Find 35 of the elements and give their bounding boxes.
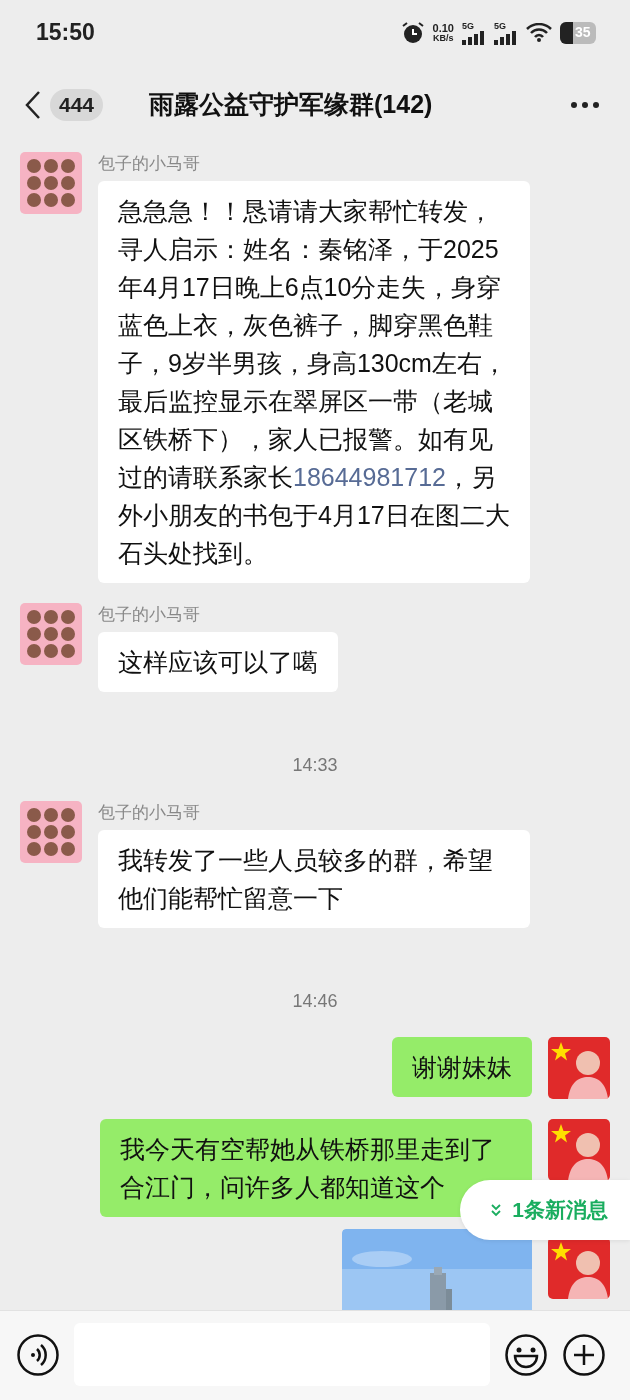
alarm-icon [400, 20, 425, 45]
clock-time: 15:50 [36, 18, 95, 48]
avatar [548, 1237, 610, 1299]
message-bubble: 我转发了一些人员较多的群，希望他们能帮忙留意一下 [98, 830, 530, 928]
avatar [20, 603, 82, 665]
unread-count: 444 [50, 89, 104, 121]
speed-unit: KB/s [433, 32, 454, 43]
message-bubble: 急急急！！恳请请大家帮忙转发，寻人启示：姓名：秦铭泽，于2025年4月17日晚上6点10分走失，身穿蓝色上衣，灰色裤子，脚穿黑色鞋子，9岁半男孩，身高130cm左右，最后监控显示在翠屏区一带（老城区铁桥下），家人已报警。如有见过的请联系家长18644981712，另外小朋友的书包于4月17日在图二大石头处找到。 [98, 181, 530, 583]
avatar [548, 1119, 610, 1181]
back-icon[interactable] [24, 90, 42, 120]
network-type: 5G [494, 20, 506, 31]
double-chevron-icon [490, 1203, 503, 1217]
wifi-icon [526, 22, 552, 43]
emoji-icon[interactable] [504, 1333, 548, 1377]
message-bubble: 谢谢妹妹 [392, 1037, 532, 1097]
network-speed: 0.10 [432, 22, 454, 33]
battery-level: 35 [575, 23, 591, 42]
avatar [20, 152, 82, 214]
avatar [548, 1037, 610, 1099]
voice-icon[interactable] [16, 1333, 60, 1377]
message-bubble: 这样应该可以了噶 [98, 632, 338, 692]
signal-icon [494, 30, 518, 45]
avatar [20, 801, 82, 863]
signal-icon [462, 30, 486, 45]
more-icon[interactable] [570, 101, 600, 109]
sender-name: 包子的小马哥 [98, 604, 200, 626]
add-icon[interactable] [562, 1333, 606, 1377]
new-messages-button[interactable]: 1条新消息 [460, 1180, 630, 1240]
chat-title: 雨露公益守护军缘群(142) [149, 89, 433, 121]
timestamp: 14:33 [292, 754, 338, 777]
sender-name: 包子的小马哥 [98, 802, 200, 824]
network-type: 5G [462, 20, 474, 31]
sender-name: 包子的小马哥 [98, 153, 200, 175]
phone-link[interactable]: 18644981712 [293, 463, 446, 491]
timestamp: 14:46 [292, 990, 338, 1013]
